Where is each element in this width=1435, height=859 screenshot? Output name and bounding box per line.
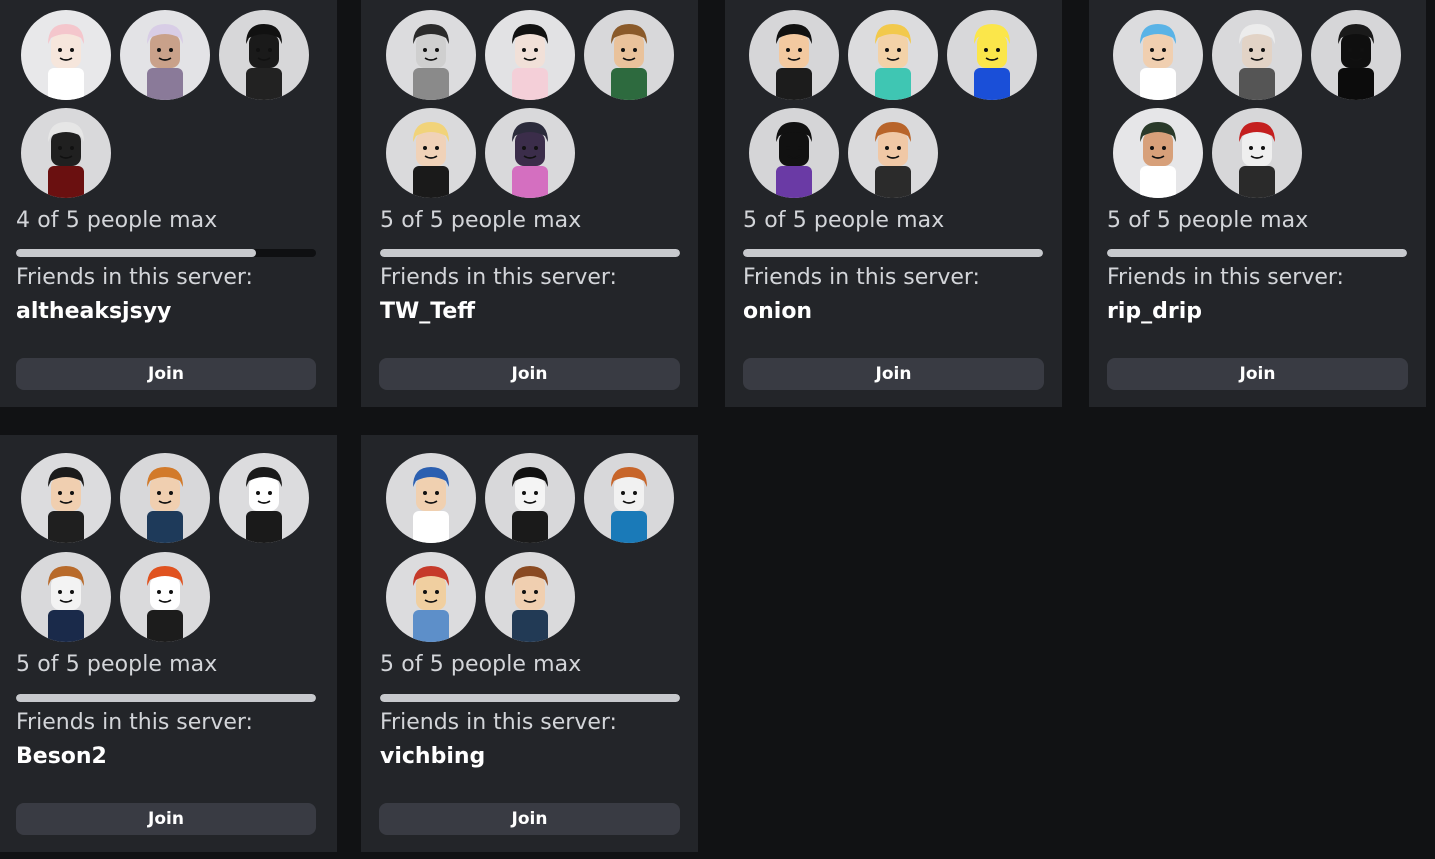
white-hair-sign-avatar[interactable] [1212, 10, 1302, 100]
friends-label: Friends in this server: [16, 265, 253, 290]
player-count: 5 of 5 people max [1107, 208, 1309, 233]
player-count: 5 of 5 people max [380, 208, 582, 233]
friends-label: Friends in this server: [380, 710, 617, 735]
server-card: 4 of 5 people max Friends in this server… [0, 0, 337, 407]
player-avatars [21, 10, 321, 200]
pink-butterfly-avatar[interactable] [485, 108, 575, 198]
blonde-black-dress-avatar[interactable] [386, 108, 476, 198]
player-avatars [386, 10, 686, 200]
pink-hair-avatar[interactable] [21, 10, 111, 100]
friend-name: Beson2 [16, 744, 107, 769]
messy-black-hair-avatar[interactable] [386, 10, 476, 100]
friends-label: Friends in this server: [16, 710, 253, 735]
server-card: 5 of 5 people max Friends in this server… [0, 435, 337, 852]
capacity-bar [743, 249, 1043, 257]
green-outfit-avatar[interactable] [584, 10, 674, 100]
player-count: 4 of 5 people max [16, 208, 218, 233]
server-card: 5 of 5 people max Friends in this server… [1089, 0, 1426, 407]
capacity-bar-fill [380, 694, 680, 702]
big-orange-hair-avatar[interactable] [584, 453, 674, 543]
server-card: 5 of 5 people max Friends in this server… [725, 0, 1062, 407]
capacity-bar [16, 694, 316, 702]
capacity-bar [380, 694, 680, 702]
red-cap-avatar[interactable] [1212, 108, 1302, 198]
friend-name: altheaksjsyy [16, 299, 172, 324]
join-button[interactable]: Join [743, 358, 1044, 390]
friends-label: Friends in this server: [380, 265, 617, 290]
red-hair-ready-shirt-avatar[interactable] [120, 552, 210, 642]
player-count: 5 of 5 people max [380, 652, 582, 677]
player-count: 5 of 5 people max [743, 208, 945, 233]
server-card: 5 of 5 people max Friends in this server… [361, 0, 698, 407]
capacity-bar-fill [16, 694, 316, 702]
server-card: 5 of 5 people max Friends in this server… [361, 435, 698, 852]
blonde-teal-shirt-avatar[interactable] [848, 10, 938, 100]
lavender-hair-avatar[interactable] [120, 10, 210, 100]
join-button[interactable]: Join [1107, 358, 1408, 390]
glasses-brown-hair-avatar[interactable] [848, 108, 938, 198]
friends-label: Friends in this server: [743, 265, 980, 290]
black-spiky-hair-avatar[interactable] [485, 453, 575, 543]
capacity-bar-fill [743, 249, 1043, 257]
waving-brown-hair-avatar[interactable] [21, 552, 111, 642]
black-hat-avatar[interactable] [219, 10, 309, 100]
capacity-bar-fill [16, 249, 256, 257]
capacity-bar-fill [380, 249, 680, 257]
penguin-avatar[interactable] [219, 453, 309, 543]
join-button[interactable]: Join [379, 803, 680, 835]
friend-name: onion [743, 299, 813, 324]
capacity-bar-fill [1107, 249, 1407, 257]
capacity-bar [380, 249, 680, 257]
capacity-bar [1107, 249, 1407, 257]
orange-hair-avatar[interactable] [120, 453, 210, 543]
friend-name: rip_drip [1107, 299, 1203, 324]
join-button[interactable]: Join [16, 358, 316, 390]
blue-hair-glasses-avatar[interactable] [386, 453, 476, 543]
player-count: 5 of 5 people max [16, 652, 218, 677]
server-list: 4 of 5 people max Friends in this server… [0, 0, 1435, 859]
friends-label: Friends in this server: [1107, 265, 1344, 290]
join-button[interactable]: Join [379, 358, 680, 390]
goggles-long-neck-avatar[interactable] [1113, 108, 1203, 198]
dancing-black-outfit-avatar[interactable] [21, 453, 111, 543]
join-button[interactable]: Join [16, 803, 316, 835]
long-black-hair-avatar[interactable] [485, 10, 575, 100]
friend-name: TW_Teff [380, 299, 476, 324]
player-avatars [21, 453, 321, 643]
fedora-sunglasses-avatar[interactable] [749, 10, 839, 100]
red-cap-denim-avatar[interactable] [386, 552, 476, 642]
player-avatars [1113, 10, 1413, 200]
player-avatars [386, 453, 686, 643]
top-hat-purple-avatar[interactable] [749, 108, 839, 198]
classic-smiley-avatar[interactable] [947, 10, 1037, 100]
player-avatars [749, 10, 1049, 200]
friend-name: vichbing [380, 744, 486, 769]
horned-helmet-avatar[interactable] [21, 108, 111, 198]
capacity-bar [16, 249, 316, 257]
red-fedora-shadow-avatar[interactable] [1311, 10, 1401, 100]
brown-hair-cheering-avatar[interactable] [485, 552, 575, 642]
blue-hair-avatar[interactable] [1113, 10, 1203, 100]
